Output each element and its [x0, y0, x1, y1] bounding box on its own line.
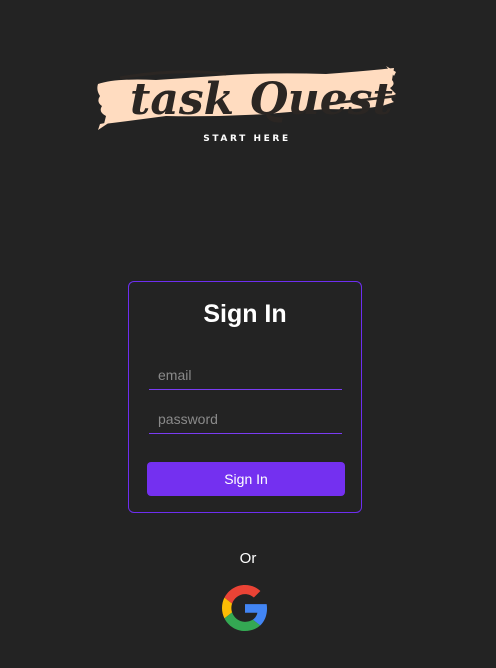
- login-page: task Quest START HERE Sign In Sign In Or: [0, 0, 496, 668]
- app-logo: task Quest START HERE: [96, 62, 398, 148]
- google-icon: [222, 585, 268, 631]
- logo-subtitle: START HERE: [203, 134, 291, 144]
- password-input[interactable]: [149, 404, 342, 434]
- logo-brush-graphic: task Quest: [97, 66, 397, 130]
- google-signin-button[interactable]: [222, 585, 268, 631]
- signin-button[interactable]: Sign In: [147, 462, 345, 496]
- signin-card: Sign In Sign In: [128, 281, 362, 513]
- email-input[interactable]: [149, 360, 342, 390]
- or-divider-text: Or: [239, 550, 257, 567]
- logo-title: task Quest: [130, 74, 393, 125]
- signin-title: Sign In: [203, 300, 287, 328]
